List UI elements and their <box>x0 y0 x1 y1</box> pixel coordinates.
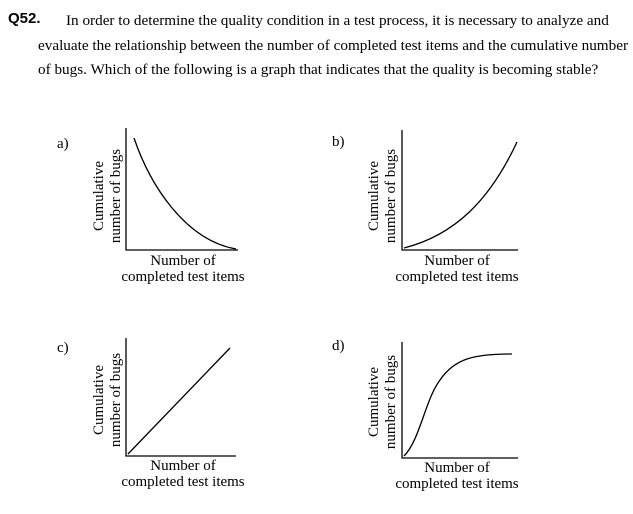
graph-d-ylabel-line1: Cumulative <box>366 367 382 437</box>
graph-b-xlabel-line1: Number of <box>424 253 490 269</box>
graph-a-curve <box>133 137 237 250</box>
option-d-label: d) <box>332 338 345 354</box>
graph-c-line <box>127 347 231 455</box>
graph-c-xlabel: Number of completed test items <box>103 458 263 490</box>
graph-c-axes <box>125 338 236 457</box>
graph-d-xlabel-line1: Number of <box>424 460 490 476</box>
graph-d: Cumulative number of bugs <box>366 342 518 459</box>
option-b-label: b) <box>332 134 345 150</box>
graph-d-axes <box>401 342 518 459</box>
graph-b-ylabel-line1: Cumulative <box>366 161 382 231</box>
graph-b: Cumulative number of bugs <box>366 130 518 251</box>
graph-d-curve <box>403 353 513 457</box>
graph-c-ylabel-line2: number of bugs <box>108 353 124 447</box>
graph-a-xlabel: Number of completed test items <box>103 253 263 285</box>
graph-d-xlabel-line2: completed test items <box>395 476 519 492</box>
question-number: Q52. <box>8 10 41 27</box>
graph-d-xlabel: Number of completed test items <box>377 460 537 492</box>
graph-c-xlabel-line2: completed test items <box>121 474 245 490</box>
graph-b-xlabel: Number of completed test items <box>377 253 537 285</box>
graph-a-axes <box>125 128 238 251</box>
graph-a-ylabel-line1: Cumulative <box>91 161 107 231</box>
question-text: In order to determine the quality condit… <box>38 12 629 78</box>
graph-a: Cumulative number of bugs <box>91 128 238 251</box>
graph-b-xlabel-line2: completed test items <box>395 269 519 285</box>
graph-c: Cumulative number of bugs <box>91 338 236 457</box>
graph-b-ylabel-line2: number of bugs <box>383 149 399 243</box>
graph-c-ylabel-line1: Cumulative <box>91 365 107 435</box>
option-a-label: a) <box>57 136 69 152</box>
graph-a-ylabel-line2: number of bugs <box>108 149 124 243</box>
graph-d-ylabel-line2: number of bugs <box>383 355 399 449</box>
graph-b-curve <box>403 141 518 249</box>
option-c-label: c) <box>57 340 69 356</box>
graph-c-xlabel-line1: Number of <box>150 458 216 474</box>
graph-a-xlabel-line1: Number of <box>150 253 216 269</box>
graph-b-axes <box>401 130 518 251</box>
graph-a-xlabel-line2: completed test items <box>121 269 245 285</box>
